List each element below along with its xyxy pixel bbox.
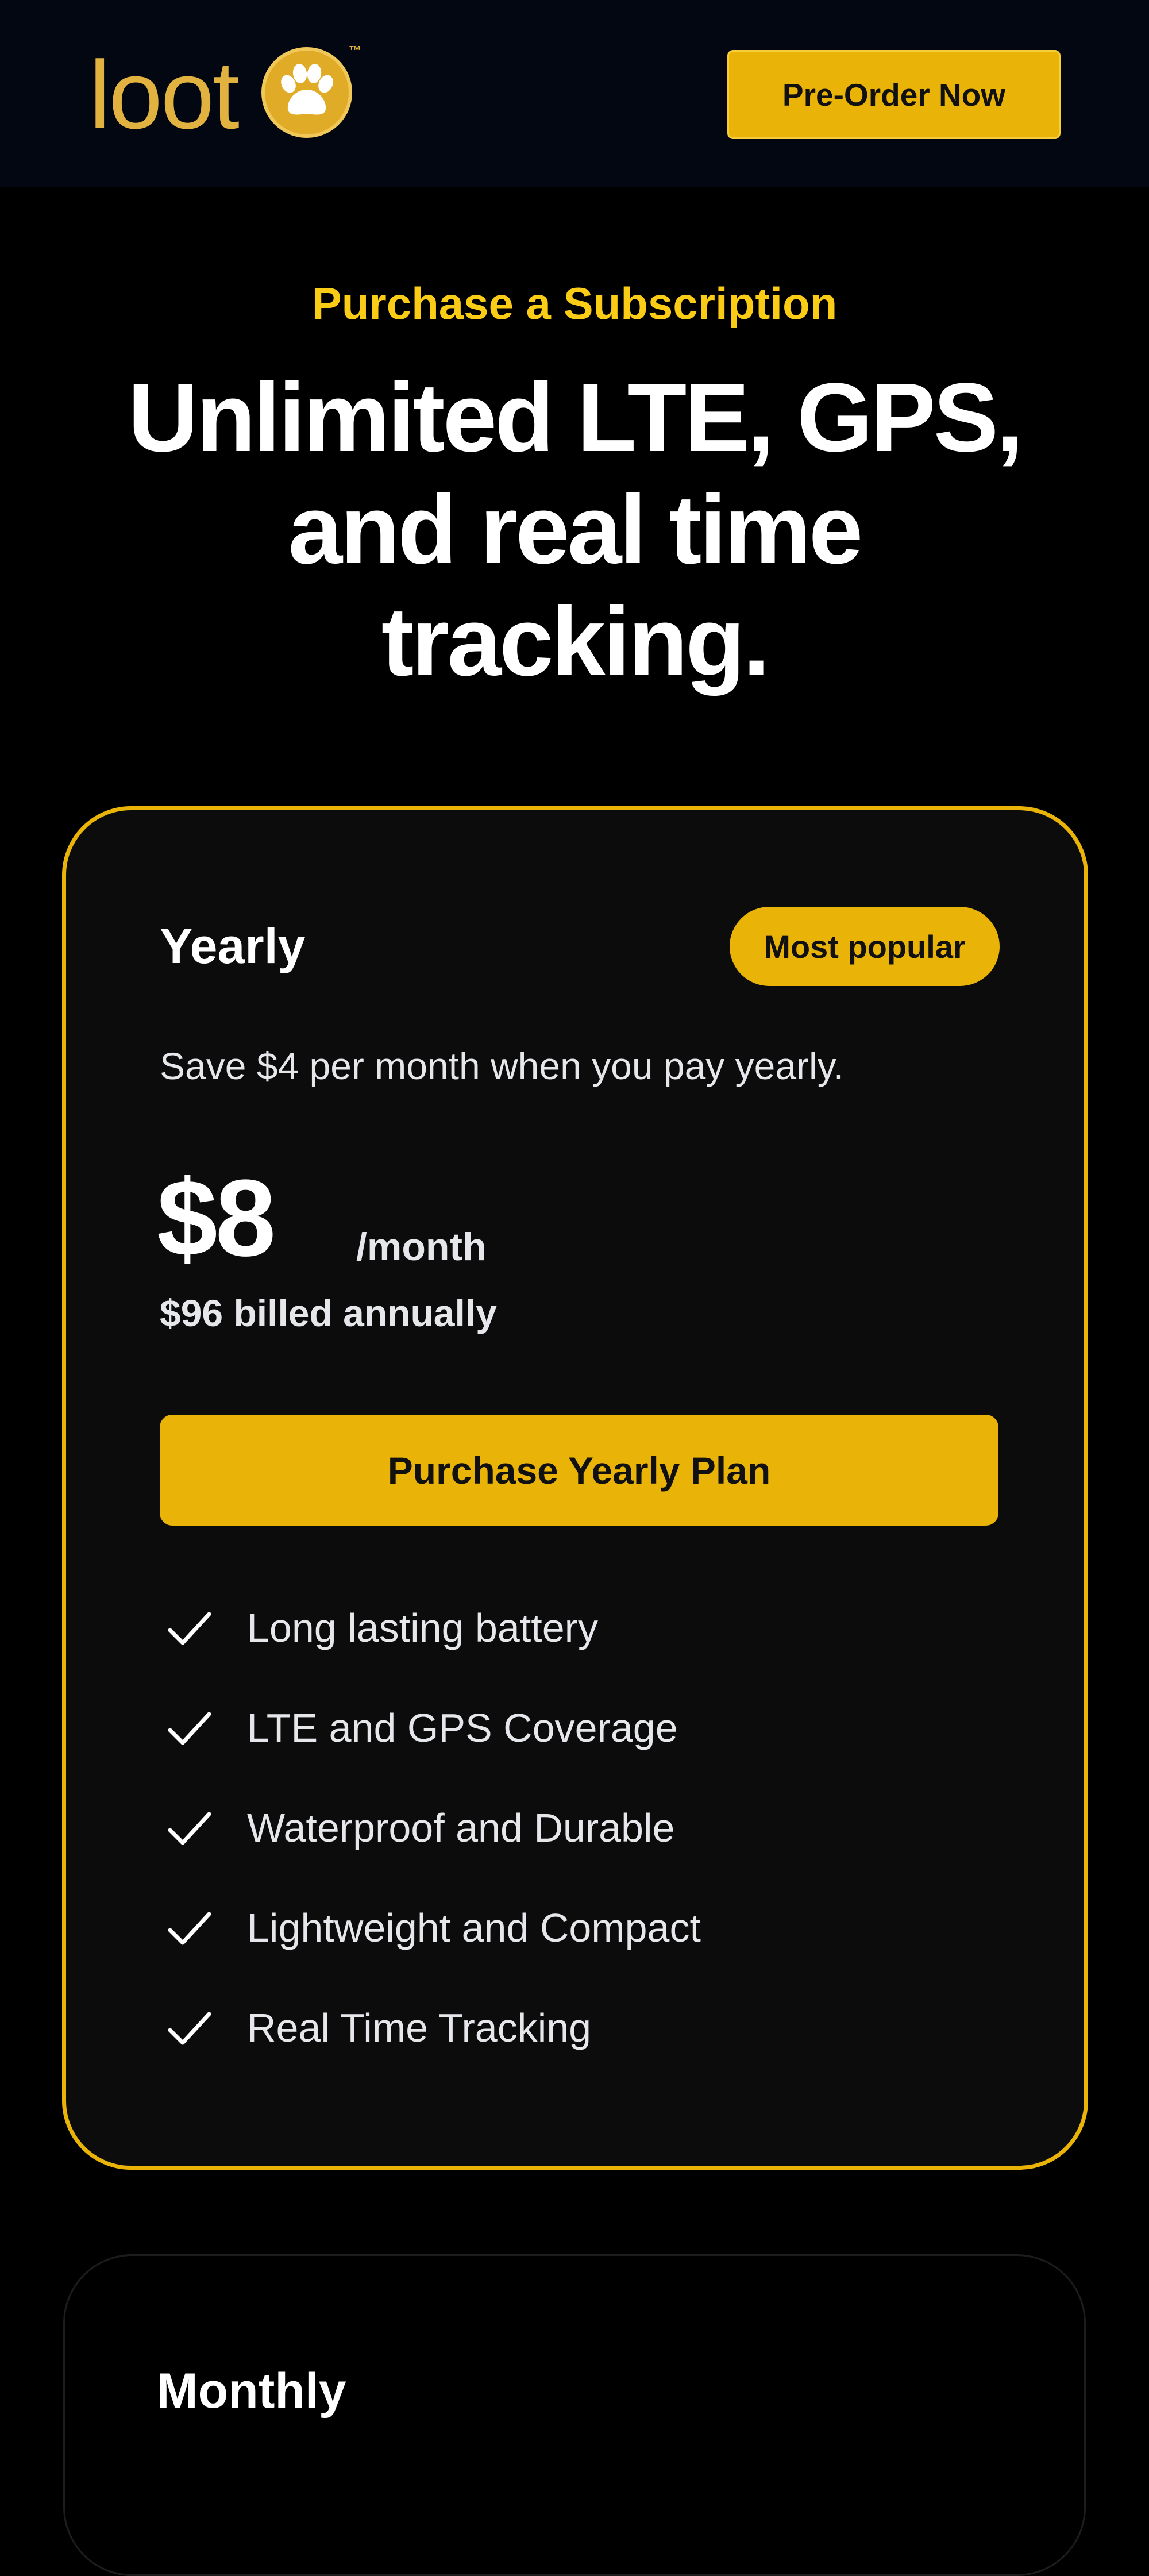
logo-wordmark: loot [89, 41, 240, 149]
feature-item: Waterproof and Durable [160, 1805, 964, 1905]
paw-icon [261, 47, 352, 138]
feature-label: Long lasting battery [247, 1605, 598, 1650]
hero-headline: Unlimited LTE, GPS, and real time tracki… [128, 363, 1024, 696]
yearly-plan-card: Yearly Most popular Save $4 per month wh… [62, 806, 1088, 2170]
check-icon [168, 1812, 211, 1845]
plan-price: $8 [157, 1157, 276, 1279]
feature-item: Real Time Tracking [160, 2005, 964, 2105]
most-popular-badge: Most popular [730, 907, 1000, 986]
plan-description: Save $4 per month when you pay yearly. [160, 1045, 845, 1087]
feature-label: Real Time Tracking [247, 2005, 592, 2050]
check-icon [168, 1712, 211, 1745]
plan-name: Yearly [160, 919, 306, 974]
feature-label: LTE and GPS Coverage [247, 1705, 678, 1750]
purchase-yearly-button[interactable]: Purchase Yearly Plan [160, 1415, 998, 1526]
feature-list: Long lasting battery LTE and GPS Coverag… [160, 1605, 964, 2105]
site-header: loot ™ Pre-Order Now [0, 0, 1149, 187]
monthly-plan-card: Monthly [63, 2254, 1086, 2576]
section-eyebrow: Purchase a Subscription [311, 278, 838, 329]
feature-item: LTE and GPS Coverage [160, 1705, 964, 1805]
check-icon [168, 1912, 211, 1945]
feature-item: Long lasting battery [160, 1605, 964, 1705]
check-icon [168, 2012, 211, 2045]
loot-logo[interactable]: loot ™ [89, 43, 365, 147]
billing-note: $96 billed annually [160, 1292, 497, 1334]
check-icon [168, 1612, 211, 1645]
plan-name: Monthly [157, 2363, 346, 2419]
trademark-symbol: ™ [349, 43, 361, 57]
feature-label: Lightweight and Compact [247, 1905, 701, 1950]
pre-order-button[interactable]: Pre-Order Now [727, 50, 1061, 139]
feature-item: Lightweight and Compact [160, 1905, 964, 2005]
price-period: /month [356, 1225, 487, 1269]
feature-label: Waterproof and Durable [247, 1805, 675, 1850]
